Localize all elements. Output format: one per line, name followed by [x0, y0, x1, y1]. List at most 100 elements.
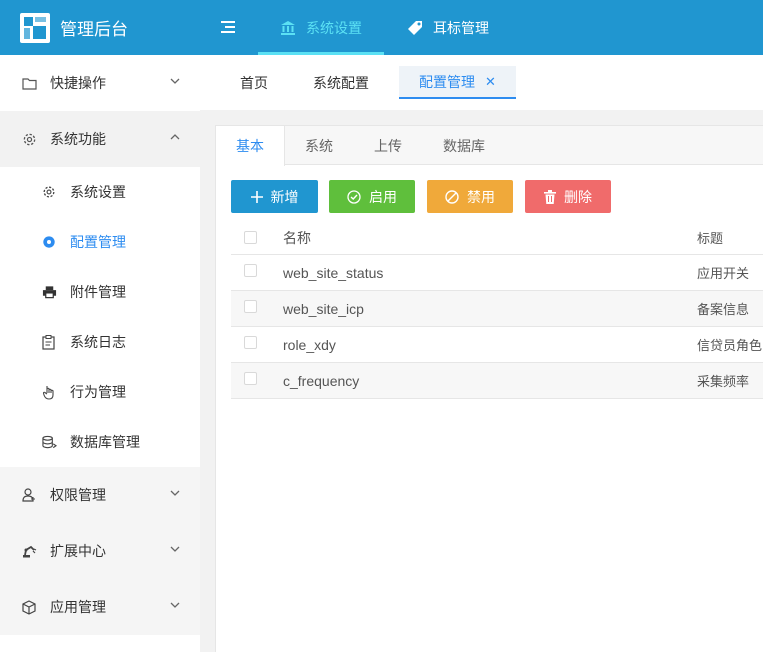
table-header: 名称 标题: [231, 221, 763, 255]
chevron-down-icon: [170, 602, 180, 608]
sidebar-group-label: 扩展中心: [50, 543, 106, 559]
app-logo[interactable]: 管理后台: [0, 0, 200, 55]
subtab-upload[interactable]: 上传: [374, 126, 402, 165]
sidebar-group-label: 权限管理: [50, 487, 106, 503]
printer-icon: [42, 285, 58, 299]
subtab-label: 基本: [236, 138, 264, 154]
sidebar-item-attachments[interactable]: 附件管理: [0, 267, 200, 317]
gear-filled-icon: [42, 235, 58, 249]
sidebar-group-system[interactable]: 系统功能: [0, 111, 200, 167]
topnav-system-settings[interactable]: 系统设置: [258, 0, 384, 55]
delete-button-label: 删除: [564, 188, 592, 205]
cube-icon: [22, 599, 38, 615]
select-all-checkbox[interactable]: [244, 231, 257, 244]
tab-label: 配置管理: [419, 73, 475, 90]
close-icon[interactable]: ✕: [485, 74, 496, 90]
gear-icon: [22, 132, 38, 147]
sidebar-group-label: 快捷操作: [50, 75, 106, 91]
chevron-up-icon: [170, 134, 180, 140]
tab-home[interactable]: 首页: [220, 66, 288, 99]
tag-icon: [408, 20, 422, 35]
table-row[interactable]: web_site_status 应用开关: [231, 255, 763, 291]
cell-title: 备案信息: [697, 302, 750, 317]
subtab-database[interactable]: 数据库: [443, 126, 485, 165]
sidebar-submenu: 系统设置 配置管理 附件管理 系统日志 行为管理 数据库管理: [0, 167, 200, 467]
chevron-down-icon: [170, 78, 180, 84]
sidebar-item-label: 附件管理: [70, 284, 126, 300]
sidebar-group-permissions[interactable]: 权限管理: [0, 467, 200, 523]
pointer-hand-icon: [42, 385, 58, 400]
cell-name: web_site_icp: [283, 300, 364, 317]
enable-button[interactable]: 启用: [329, 180, 415, 213]
sidebar-group-shortcuts[interactable]: 快捷操作: [0, 55, 200, 111]
app-title: 管理后台: [60, 20, 128, 39]
cell-name: role_xdy: [283, 336, 336, 353]
config-group-tabs: 基本 系统 上传 数据库: [216, 126, 763, 166]
table-row[interactable]: c_frequency 采集频率: [231, 363, 763, 399]
sidebar-group-apps[interactable]: 应用管理: [0, 579, 200, 635]
sidebar-group-label: 系统功能: [50, 131, 106, 147]
subtab-label: 系统: [305, 137, 333, 154]
sidebar-item-label: 行为管理: [70, 384, 126, 400]
bank-icon: [281, 20, 295, 35]
sidebar-item-system-settings[interactable]: 系统设置: [0, 167, 200, 217]
row-checkbox[interactable]: [244, 264, 257, 277]
menu-toggle-icon[interactable]: [221, 20, 235, 34]
topnav-ear-tag[interactable]: 耳标管理: [407, 0, 489, 55]
user-icon: [22, 488, 38, 502]
sidebar-group-extensions[interactable]: 扩展中心: [0, 523, 200, 579]
cell-name: web_site_status: [283, 264, 384, 281]
tab-config-management[interactable]: 配置管理 ✕: [399, 66, 516, 99]
table-row[interactable]: web_site_icp 备案信息: [231, 291, 763, 327]
column-header-title: 标题: [697, 231, 724, 246]
add-button-label: 新增: [270, 188, 299, 205]
tab-label: 首页: [240, 74, 268, 91]
tab-label: 系统配置: [313, 74, 369, 91]
enable-button-label: 启用: [369, 188, 397, 205]
robot-arm-icon: [22, 544, 38, 558]
sidebar-item-label: 数据库管理: [70, 434, 140, 450]
sidebar-item-behavior[interactable]: 行为管理: [0, 367, 200, 417]
trash-icon: [544, 189, 556, 204]
check-circle-icon: [347, 189, 361, 204]
sidebar-item-system-log[interactable]: 系统日志: [0, 317, 200, 367]
subtab-label: 上传: [374, 137, 402, 154]
cell-title: 应用开关: [697, 266, 750, 281]
sidebar-item-label: 系统设置: [70, 184, 126, 200]
row-checkbox[interactable]: [244, 372, 257, 385]
subtab-system[interactable]: 系统: [305, 126, 333, 165]
sidebar: 快捷操作 系统功能 系统设置 配置管理 附件管理 系统日志 行为管理 数据库管理…: [0, 55, 200, 652]
topnav-label: 耳标管理: [433, 19, 489, 36]
page-tab-bar: 首页 系统配置 配置管理 ✕: [200, 55, 763, 110]
cell-name: c_frequency: [283, 372, 360, 389]
cell-title: 信贷员角色: [697, 338, 763, 353]
database-icon: [42, 435, 58, 449]
plus-icon: [250, 190, 263, 203]
tab-system-config[interactable]: 系统配置: [293, 66, 389, 99]
table-row[interactable]: role_xdy 信贷员角色: [231, 327, 763, 363]
config-table: 名称 标题 web_site_status 应用开关 web_site_icp …: [231, 221, 763, 399]
cell-title: 采集频率: [697, 374, 750, 389]
sidebar-item-label: 系统日志: [70, 334, 126, 350]
folder-icon: [22, 77, 38, 90]
column-header-name: 名称: [283, 229, 311, 246]
topnav-label: 系统设置: [306, 19, 362, 36]
row-checkbox[interactable]: [244, 336, 257, 349]
content-panel: 基本 系统 上传 数据库 新增 启用 禁用 删除 名称 标题 web_site_…: [215, 125, 763, 652]
disable-button-label: 禁用: [467, 188, 495, 205]
delete-button[interactable]: 删除: [525, 180, 611, 213]
chevron-down-icon: [170, 490, 180, 496]
sidebar-item-label: 配置管理: [70, 234, 126, 250]
ban-icon: [445, 189, 459, 204]
subtab-basic[interactable]: 基本: [216, 126, 285, 166]
add-button[interactable]: 新增: [231, 180, 318, 213]
chevron-down-icon: [170, 546, 180, 552]
sidebar-item-database[interactable]: 数据库管理: [0, 417, 200, 467]
logo-icon: [20, 12, 50, 43]
clipboard-icon: [42, 334, 58, 350]
top-header: 管理后台 系统设置 耳标管理: [0, 0, 763, 55]
gear-icon: [42, 185, 58, 199]
row-checkbox[interactable]: [244, 300, 257, 313]
disable-button[interactable]: 禁用: [427, 180, 513, 213]
sidebar-item-config-management[interactable]: 配置管理: [0, 217, 200, 267]
